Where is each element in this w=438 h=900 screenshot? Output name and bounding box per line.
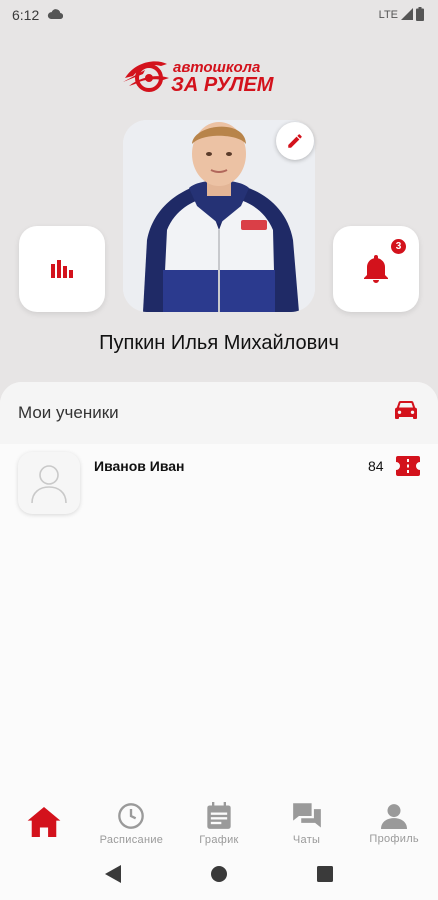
bell-icon [364,255,388,283]
instructor-name: Пупкин Илья Михайлович [99,332,339,354]
back-icon[interactable] [104,865,121,888]
nav-calendar[interactable]: График [175,795,263,853]
car-icon[interactable] [394,400,418,426]
person-placeholder-icon [31,465,67,504]
status-time: 6:12 [12,7,40,23]
nav-chats[interactable]: Чаты [263,795,351,853]
nav-profile-label: Профиль [369,833,419,845]
bottom-navigation: Расписание График Чаты Профиль [0,795,438,853]
pencil-icon [288,134,302,148]
status-left: 6:12 [12,7,64,23]
signal-icon [401,7,413,23]
nav-chats-label: Чаты [292,834,321,846]
ticket-icon [396,456,420,481]
notifications-button[interactable] [333,226,419,312]
students-section-header: Мои ученики [0,382,438,444]
status-bar: 6:12 LTE [0,0,438,30]
chat-icon [292,803,321,828]
home-icon [27,807,61,837]
battery-icon [416,6,424,24]
svg-text:ЗА РУЛЕМ: ЗА РУЛЕМ [171,74,275,96]
clock-icon [118,803,145,829]
notifications-badge: 3 [390,238,407,255]
app-logo: автошкола ЗА РУЛЕМ автошкола ЗА РУЛЕМ [0,50,438,98]
nav-schedule-label: Расписание [99,834,164,846]
nav-schedule[interactable]: Расписание [88,795,176,853]
student-lessons-count: 84 [368,458,384,474]
student-avatar [18,452,80,514]
edit-photo-button[interactable] [276,122,314,160]
logo-emblem: автошкола ЗА РУЛЕМ [123,59,275,96]
recents-icon[interactable] [317,866,334,887]
nav-calendar-label: График [199,834,239,846]
list-item[interactable]: Иванов Иван 84 [0,444,438,516]
home-circle-icon[interactable] [210,865,228,888]
students-section-title: Мои ученики [18,403,119,422]
cloud-icon [47,7,64,23]
nav-home[interactable] [0,795,88,853]
network-label: LTE [378,9,398,21]
statistics-button[interactable] [19,226,105,312]
system-navigation [0,853,438,900]
bar-chart-icon [51,260,73,278]
calendar-icon [207,802,231,829]
person-icon [381,804,408,829]
nav-profile[interactable]: Профиль [350,795,438,853]
status-right: LTE [378,6,424,24]
student-name: Иванов Иван [94,458,185,474]
